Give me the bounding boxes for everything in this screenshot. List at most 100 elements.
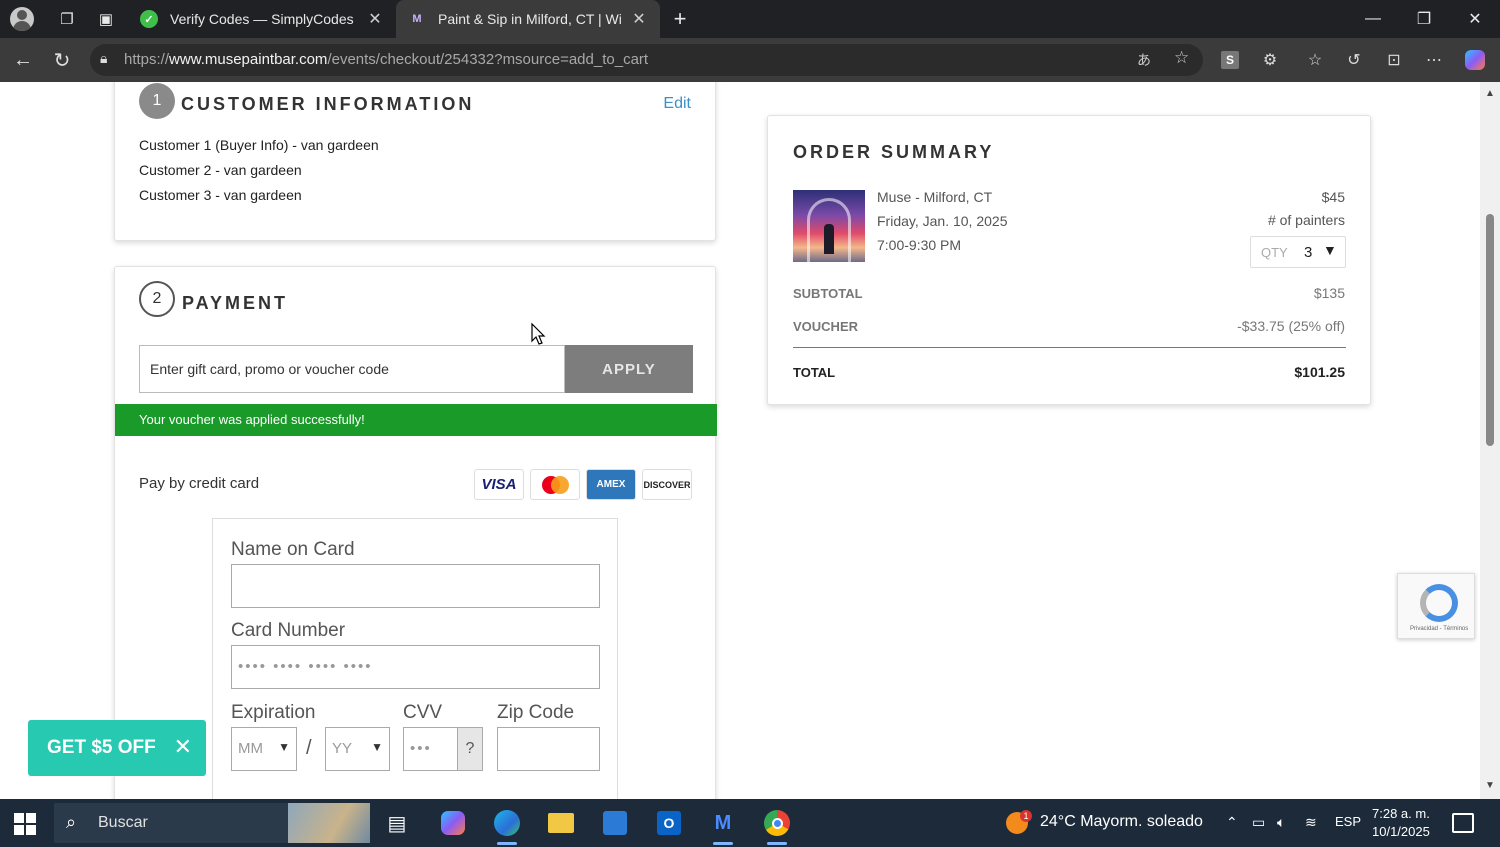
wifi-icon[interactable]: ≋: [1305, 814, 1317, 831]
taskbar-search[interactable]: ⌕ Buscar: [54, 803, 370, 843]
profile-avatar-icon[interactable]: [10, 7, 34, 31]
favorite-star-icon[interactable]: ☆: [1174, 48, 1189, 68]
expiration-separator: /: [306, 737, 312, 759]
more-menu-icon[interactable]: ⋯: [1422, 48, 1446, 72]
language-indicator[interactable]: ESP: [1335, 814, 1361, 829]
tab-actions-icon[interactable]: ▣: [94, 7, 118, 31]
cvv-help-button[interactable]: ?: [457, 727, 483, 771]
get-discount-popup[interactable]: GET $5 OFF ✕: [28, 720, 206, 776]
close-popup-icon[interactable]: ✕: [174, 734, 192, 760]
customer-line: Customer 1 (Buyer Info) - van gardeen: [139, 137, 379, 153]
year-value: YY: [332, 740, 353, 757]
screenshot-icon[interactable]: ⊡: [1382, 48, 1406, 72]
card-number-field[interactable]: •••• •••• •••• ••••: [231, 645, 600, 689]
workspaces-icon[interactable]: ❐: [55, 7, 79, 31]
name-on-card-field[interactable]: [231, 564, 600, 608]
muse-app-icon[interactable]: M: [707, 807, 739, 845]
clock-date: 10/1/2025: [1372, 824, 1430, 839]
microsoft-store-icon[interactable]: [599, 807, 631, 839]
volume-icon[interactable]: 🔈︎: [1277, 814, 1285, 831]
simplycodes-extension-icon[interactable]: S: [1218, 48, 1242, 72]
total-value: $101.25: [1294, 364, 1345, 380]
url-domain: www.musepaintbar.com: [169, 51, 328, 68]
order-summary-card: ORDER SUMMARY Muse - Milford, CT Friday,…: [767, 115, 1371, 405]
customer-line: Customer 3 - van gardeen: [139, 187, 302, 203]
copilot-icon[interactable]: [1463, 48, 1487, 72]
recaptcha-badge[interactable]: Privacidad - Términos: [1397, 573, 1475, 639]
tab-musepaintbar[interactable]: M Paint & Sip in Milford, CT | Wine & ✕: [396, 0, 660, 38]
zip-code-field[interactable]: [497, 727, 600, 771]
section-title: PAYMENT: [182, 293, 289, 313]
windows-taskbar: ⌕ Buscar ▤ O M 1 24°C Mayorm. soleado ⌃ …: [0, 799, 1500, 847]
chrome-icon[interactable]: [761, 807, 793, 845]
simplycodes-favicon-icon: ✓: [140, 10, 158, 28]
credit-card-form: Name on Card Card Number •••• •••• •••• …: [212, 518, 618, 799]
chevron-down-icon: ▼: [278, 740, 290, 754]
event-date: Friday, Jan. 10, 2025: [877, 213, 1008, 229]
cvv-field[interactable]: •••: [403, 727, 458, 771]
apply-button[interactable]: APPLY: [565, 345, 693, 393]
restore-icon[interactable]: ❐: [1399, 0, 1449, 38]
qty-value: 3: [1304, 244, 1313, 261]
copilot-app-icon[interactable]: [437, 807, 469, 839]
notifications-icon[interactable]: [1452, 813, 1474, 833]
customer-information-card: 1 CUSTOMER INFORMATION Edit Customer 1 (…: [114, 82, 716, 241]
weather-text[interactable]: 24°C Mayorm. soleado: [1040, 813, 1203, 831]
checkout-page: 1 CUSTOMER INFORMATION Edit Customer 1 (…: [5, 82, 1480, 799]
scroll-thumb[interactable]: [1486, 214, 1494, 446]
new-tab-icon[interactable]: +: [668, 6, 692, 31]
order-summary-title: ORDER SUMMARY: [793, 142, 995, 162]
back-icon[interactable]: ←: [10, 47, 36, 73]
meet-now-icon[interactable]: ▭: [1252, 814, 1265, 831]
url-field[interactable]: 🔒︎ https://www.musepaintbar.com/events/c…: [90, 44, 1203, 76]
reload-icon[interactable]: ↻: [49, 47, 75, 73]
minimize-icon[interactable]: —: [1348, 0, 1398, 38]
quantity-select[interactable]: QTY 3 ▼: [1250, 236, 1346, 268]
extensions-icon[interactable]: ⚙: [1258, 48, 1282, 72]
clock[interactable]: 7:28 a. m. 10/1/2025: [1372, 805, 1430, 841]
windows-start-icon[interactable]: [14, 813, 36, 835]
subtotal-label: SUBTOTAL: [793, 286, 863, 301]
promo-code-input[interactable]: Enter gift card, promo or voucher code: [139, 345, 565, 393]
edge-app-icon[interactable]: [491, 807, 523, 845]
amex-icon: AMEX: [586, 469, 636, 500]
recaptcha-terms[interactable]: Privacidad - Términos: [1410, 626, 1468, 632]
close-window-icon[interactable]: ✕: [1450, 0, 1500, 38]
mastercard-icon: [530, 469, 580, 500]
tab-simplycodes[interactable]: ✓ Verify Codes — SimplyCodes ✕: [128, 0, 396, 38]
total-label: TOTAL: [793, 365, 836, 380]
pay-by-card-label: Pay by credit card: [139, 475, 260, 492]
voucher-value: -$33.75 (25% off): [1237, 318, 1345, 334]
summary-divider: [793, 347, 1346, 348]
close-tab-icon[interactable]: ✕: [366, 9, 384, 29]
chevron-down-icon: ▼: [1323, 242, 1337, 258]
file-explorer-icon[interactable]: [545, 807, 577, 839]
browser-address-bar: ← ↻ 🔒︎ https://www.musepaintbar.com/even…: [0, 38, 1500, 82]
task-view-icon[interactable]: ▤: [381, 807, 413, 839]
read-aloud-icon[interactable]: あ: [1137, 50, 1151, 70]
weather-alert-badge: 1: [1020, 810, 1032, 822]
scroll-up-icon[interactable]: ▲: [1485, 88, 1495, 99]
browser-tab-bar: ❐ ▣ ✓ Verify Codes — SimplyCodes ✕ M Pai…: [0, 0, 1500, 38]
outlook-icon[interactable]: O: [653, 807, 685, 839]
close-tab-icon[interactable]: ✕: [630, 9, 648, 29]
subtotal-value: $135: [1313, 285, 1345, 301]
edit-customer-link[interactable]: Edit: [663, 95, 691, 113]
zip-code-label: Zip Code: [497, 702, 575, 723]
section-title: CUSTOMER INFORMATION: [181, 94, 475, 114]
page-scrollbar[interactable]: ▲ ▼: [1480, 82, 1500, 799]
scroll-down-icon[interactable]: ▼: [1485, 780, 1495, 791]
discover-icon: DISCOVER: [642, 469, 692, 500]
voucher-success-banner: Your voucher was applied successfully!: [115, 404, 717, 436]
visa-icon: VISA: [474, 469, 524, 500]
expiration-year-select[interactable]: YY ▼: [325, 727, 390, 771]
event-location: Muse - Milford, CT: [877, 189, 993, 205]
expiration-month-select[interactable]: MM ▼: [231, 727, 297, 771]
search-icon: ⌕: [66, 812, 77, 832]
url-path: /events/checkout/254332?msource=add_to_c…: [327, 51, 649, 68]
month-value: MM: [238, 740, 263, 757]
show-hidden-icons-icon[interactable]: ⌃: [1226, 814, 1238, 831]
favorites-icon[interactable]: ☆: [1303, 48, 1327, 72]
step-number-badge: 1: [139, 83, 175, 119]
history-icon[interactable]: ↺: [1342, 48, 1366, 72]
